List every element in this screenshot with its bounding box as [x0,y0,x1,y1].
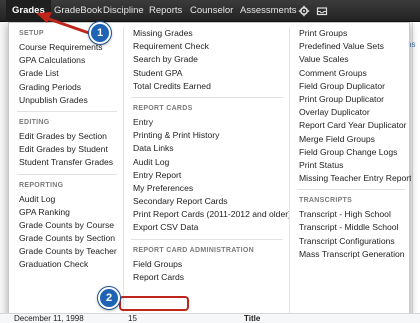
gear-icon[interactable] [298,5,310,17]
menu-item-value-scales[interactable]: Value Scales [289,53,411,66]
menu-item-comment-groups[interactable]: Comment Groups [289,67,411,80]
menu-item-transcript-middle-school[interactable]: Transcript - Middle School [289,221,411,234]
nav-counselor[interactable]: Counselor [190,0,233,22]
nav-reports[interactable]: Reports [149,0,182,22]
menu-item-secondary-report-cards[interactable]: Secondary Report Cards [123,195,289,208]
menu-item-unpublish-grades[interactable]: Unpublish Grades [9,94,123,107]
menu-item-printing-print-history[interactable]: Printing & Print History [123,129,289,142]
menu-item-overlay-duplicator[interactable]: Overlay Duplicator [289,106,411,119]
menu-item-gpa-calculations[interactable]: GPA Calculations [9,54,123,67]
menu-item-missing-grades[interactable]: Missing Grades [123,27,289,40]
menu-item-field-group-change-logs[interactable]: Field Group Change Logs [289,146,411,159]
nav-gradebook[interactable]: GradeBook [54,0,102,22]
menu-item-grade-counts-by-teacher[interactable]: Grade Counts by Teacher [9,245,123,258]
menu-item-report-card-year-duplicator[interactable]: Report Card Year Duplicator [289,119,411,132]
menu-divider [17,173,117,175]
menu-item-entry-report[interactable]: Entry Report [123,169,289,182]
menu-item-transcript-high-school[interactable]: Transcript - High School [289,208,411,221]
menu-item-print-groups[interactable]: Print Groups [289,27,411,40]
menu-item-print-group-duplicator[interactable]: Print Group Duplicator [289,93,411,106]
menu-item-audit-log[interactable]: Audit Log [9,193,123,206]
menu-divider [131,238,283,240]
menu-item-data-links[interactable]: Data Links [123,142,289,155]
section-title-report-card-administration: REPORT CARD ADMINISTRATION [133,246,254,254]
menu-item-mass-transcript-generation[interactable]: Mass Transcript Generation [289,248,411,261]
menu-item-transcript-configurations[interactable]: Transcript Configurations [289,235,411,248]
menu-item-export-csv-data[interactable]: Export CSV Data [123,221,289,234]
menu-item-grade-list[interactable]: Grade List [9,67,123,80]
menu-divider [131,96,283,98]
menu-item-print-report-cards-old[interactable]: Print Report Cards (2011-2012 and older) [123,208,289,221]
menu-column-2: Missing Grades Requirement Check Search … [123,27,289,284]
page-right-edge [412,22,420,323]
menu-item-entry[interactable]: Entry [123,116,289,129]
row-title-header: Title [244,314,261,323]
menu-item-my-preferences[interactable]: My Preferences [123,182,289,195]
menu-item-field-groups[interactable]: Field Groups [123,258,289,271]
menu-item-requirement-check[interactable]: Requirement Check [123,40,289,53]
menu-column-3: Print Groups Predefined Value Sets Value… [289,27,411,261]
step-callout-2: 2 [98,287,120,309]
menu-item-student-transfer-grades[interactable]: Student Transfer Grades [9,156,123,169]
menu-item-total-credits-earned[interactable]: Total Credits Earned [123,80,289,93]
menu-divider [17,110,117,112]
highlight-box [119,296,189,311]
section-title-report-cards: REPORT CARDS [133,104,193,112]
nav-assessments[interactable]: Assessments [240,0,297,22]
menu-item-field-group-duplicator[interactable]: Field Group Duplicator [289,80,411,93]
menu-item-search-by-grade[interactable]: Search by Grade [123,53,289,66]
menu-item-print-status[interactable]: Print Status [289,159,411,172]
menu-item-predefined-value-sets[interactable]: Predefined Value Sets [289,40,411,53]
background-table-row: December 11, 1998 15 Title [0,313,420,323]
menu-item-rc-audit-log[interactable]: Audit Log [123,156,289,169]
menu-item-report-cards[interactable]: Report Cards [123,271,289,284]
menu-divider [297,189,405,191]
step-callout-1: 1 [89,22,111,44]
inbox-icon[interactable] [316,5,328,17]
top-navbar: Grades GradeBook Discipline Reports Coun… [0,0,420,22]
menu-item-student-gpa[interactable]: Student GPA [123,67,289,80]
menu-item-grading-periods[interactable]: Grading Periods [9,81,123,94]
menu-item-grade-counts-by-section[interactable]: Grade Counts by Section [9,232,123,245]
menu-item-edit-grades-by-section[interactable]: Edit Grades by Section [9,130,123,143]
nav-grades[interactable]: Grades [6,0,51,22]
row-date: December 11, 1998 [14,314,84,323]
section-title-editing: EDITING [19,118,50,126]
menu-item-graduation-check[interactable]: Graduation Check [9,258,123,271]
grades-dropdown-menu: SETUP Course Requirements GPA Calculatio… [8,22,411,317]
menu-item-gpa-ranking[interactable]: GPA Ranking [9,206,123,219]
menu-item-edit-grades-by-student[interactable]: Edit Grades by Student [9,143,123,156]
menu-item-merge-field-groups[interactable]: Merge Field Groups [289,133,411,146]
row-count: 15 [128,314,137,323]
section-title-reporting: REPORTING [19,181,64,189]
section-title-transcripts: TRANSCRIPTS [299,197,353,205]
menu-item-missing-teacher-entry-report[interactable]: Missing Teacher Entry Report [289,172,411,185]
menu-item-grade-counts-by-course[interactable]: Grade Counts by Course [9,219,123,232]
menu-item-course-requirements[interactable]: Course Requirements [9,41,123,54]
menu-column-1: SETUP Course Requirements GPA Calculatio… [9,27,123,272]
nav-discipline[interactable]: Discipline [103,0,144,22]
